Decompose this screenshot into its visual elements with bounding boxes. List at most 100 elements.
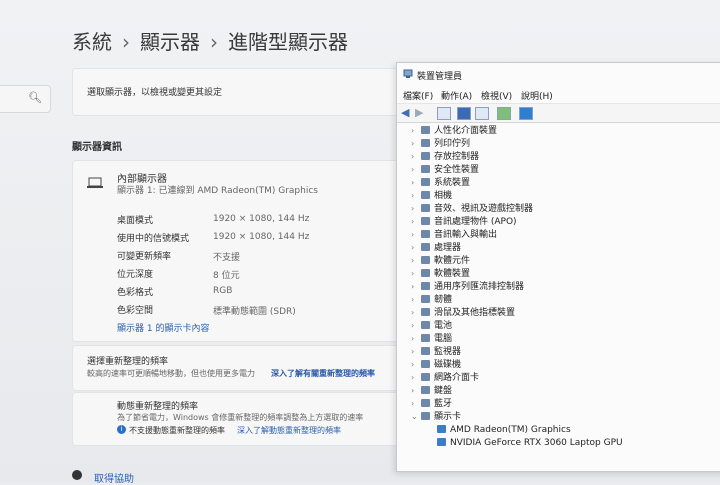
chevron-down-icon[interactable]: ⌄ [411,411,421,423]
chevron-right-icon[interactable]: › [411,320,421,332]
device-category[interactable]: › 音訊處理物件 (APO) [411,216,517,228]
menu-action[interactable]: 動作(A) [441,89,472,102]
help-icon [72,470,82,480]
dynamic-refresh-card: 動態重新整理的頻率 為了節省電力，Windows 會修重新整理的頻率調整為上方選… [72,392,404,446]
device-category-expanded[interactable]: ⌄ 顯示卡 [411,411,461,423]
row-value-color-format: RGB [213,286,233,296]
device-item[interactable]: NVIDIA GeForce RTX 3060 Laptop GPU [437,437,623,449]
chevron-right-icon[interactable]: › [411,268,421,280]
chevron-right-icon[interactable]: › [411,294,421,306]
device-category[interactable]: › 電池 [411,320,452,332]
chevron-right-icon[interactable]: › [411,359,421,371]
display-adapter-icon [437,438,446,446]
select-display-card[interactable]: 選取顯示器，以檢視或變更其設定 [72,68,404,116]
chevron-right-icon[interactable]: › [411,372,421,384]
laptop-icon [87,177,103,188]
chevron-right-icon[interactable]: › [411,138,421,150]
device-tree: › 人性化介面裝置 › 列印佇列 › 存放控制器 › 安全性裝置 › 系統裝置 › 相機 ›… [411,125,720,471]
row-label-color-format: 色彩格式 [117,288,154,298]
breadcrumb-system[interactable]: 系統 [72,30,112,54]
category-icon [421,152,430,160]
device-category[interactable]: › 音效、視訊及遊戲控制器 [411,203,533,215]
category-icon [421,360,430,368]
device-manager-titlebar[interactable]: 裝置管理員 [397,63,720,85]
adapter-properties-link[interactable]: 顯示器 1 的顯示卡內容 [117,321,209,334]
category-icon [421,399,430,407]
dynamic-refresh-learn-more-link[interactable]: 深入了解動態重新整理的頻率 [237,425,341,436]
device-item[interactable]: AMD Radeon(TM) Graphics [437,424,571,436]
chevron-right-icon[interactable]: › [411,203,421,215]
chevron-right-icon[interactable]: › [411,164,421,176]
menu-view[interactable]: 檢視(V) [481,89,512,102]
menu-bar: 檔案(F) 動作(A) 檢視(V) 說明(H) [397,87,720,103]
chevron-right-icon[interactable]: › [411,346,421,358]
display-info-card: 內部顯示器 顯示器 1: 已連線到 AMD Radeon(TM) Graphic… [72,160,404,342]
device-category[interactable]: › 軟體元件 [411,255,470,267]
device-category[interactable]: › 人性化介面裝置 [411,125,497,137]
device-category[interactable]: › 通用序列匯流排控制器 [411,281,524,293]
device-category[interactable]: › 藍牙 [411,398,452,410]
category-icon [421,230,430,238]
device-category[interactable]: › 磁碟機 [411,359,461,371]
category-icon [421,347,430,355]
category-icon [421,126,430,134]
chevron-right-icon[interactable]: › [411,255,421,267]
row-value-signal-mode: 1920 × 1080, 144 Hz [213,232,310,242]
device-category[interactable]: › 系統裝置 [411,177,470,189]
row-label-bit-depth: 位元深度 [117,270,154,280]
back-arrow-icon[interactable]: ◀ [401,106,409,119]
info-icon: i [117,425,126,434]
device-category[interactable]: › 處理器 [411,242,461,254]
menu-help[interactable]: 說明(H) [521,89,553,102]
chevron-right-icon[interactable]: › [411,216,421,228]
breadcrumb: 系統 › 顯示器 › 進階型顯示器 [72,26,348,55]
chevron-right-icon[interactable]: › [411,333,421,345]
device-category[interactable]: › 電腦 [411,333,452,345]
device-category[interactable]: › 列印佇列 [411,138,470,150]
category-icon [421,191,430,199]
device-category[interactable]: › 韌體 [411,294,452,306]
chevron-right-icon[interactable]: › [411,281,421,293]
device-category[interactable]: › 網路介面卡 [411,372,479,384]
menu-file[interactable]: 檔案(F) [403,89,433,102]
row-label-signal-mode: 使用中的信號模式 [117,234,190,244]
view-list-icon[interactable] [475,107,489,120]
device-category[interactable]: › 相機 [411,190,452,202]
monitor-icon[interactable] [519,107,533,120]
chevron-right-icon: › [122,30,130,54]
dynamic-refresh-info: 不支援動態重新整理的頻率 [129,426,225,435]
chevron-right-icon[interactable]: › [411,125,421,137]
category-icon [421,373,430,381]
device-category[interactable]: › 存放控制器 [411,151,479,163]
breadcrumb-display[interactable]: 顯示器 [140,30,200,54]
device-category[interactable]: › 軟體裝置 [411,268,470,280]
properties-icon[interactable] [437,107,451,120]
chevron-right-icon[interactable]: › [411,151,421,163]
display-device-subtitle: 顯示器 1: 已連線到 AMD Radeon(TM) Graphics [117,186,318,196]
chevron-right-icon[interactable]: › [411,229,421,241]
get-help-link[interactable]: 取得協助 [94,470,134,485]
device-category[interactable]: › 鍵盤 [411,385,452,397]
device-manager-window: 裝置管理員 檔案(F) 動作(A) 檢視(V) 說明(H) ◀ ▶ › 人性化介面… [396,62,720,472]
chevron-right-icon[interactable]: › [411,190,421,202]
device-manager-title: 裝置管理員 [417,72,463,82]
forward-arrow-icon[interactable]: ▶ [415,106,423,119]
device-category[interactable]: › 滑鼠及其他指標裝置 [411,307,515,319]
search-input[interactable]: 🔍︎ [0,85,51,113]
toolbar: ◀ ▶ [397,103,720,123]
chevron-right-icon[interactable]: › [411,242,421,254]
chevron-right-icon[interactable]: › [411,385,421,397]
select-display-label: 選取顯示器，以檢視或變更其設定 [87,88,223,98]
chevron-right-icon[interactable]: › [411,177,421,189]
category-icon [421,269,430,277]
help-book-icon[interactable] [457,107,471,120]
device-category[interactable]: › 音訊輸入與輸出 [411,229,497,241]
category-icon [421,282,430,290]
chevron-right-icon[interactable]: › [411,307,421,319]
device-category[interactable]: › 監視器 [411,346,461,358]
device-category[interactable]: › 安全性裝置 [411,164,479,176]
scan-hardware-icon[interactable] [497,107,511,120]
refresh-rate-learn-more-link[interactable]: 深入了解有關重新整理的頻率 [271,368,375,379]
chevron-right-icon[interactable]: › [411,398,421,410]
category-icon [421,256,430,264]
